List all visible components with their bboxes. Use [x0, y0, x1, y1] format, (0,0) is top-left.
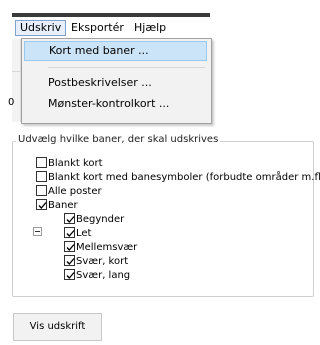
menu-hjaelp[interactable]: Hjælp	[130, 20, 170, 36]
checkbox-blankt-kort-banesymboler[interactable]	[36, 171, 47, 182]
checkmark-icon	[66, 244, 75, 251]
checkmark-icon	[38, 202, 47, 209]
udskriv-dropdown-menu: Kort med baner ... Postbeskrivelser ... …	[21, 38, 212, 124]
checkbox-blankt-kort[interactable]	[36, 157, 47, 168]
tree-item-label: Blankt kort med banesymboler (forbudte o…	[48, 172, 320, 183]
checkbox-begynder[interactable]	[64, 213, 75, 224]
checkbox-mellemsvaer[interactable]	[64, 241, 75, 252]
menubar: Udskriv Eksportér Hjælp	[12, 17, 210, 39]
collapse-icon[interactable]	[33, 227, 42, 236]
checkmark-icon	[66, 258, 75, 265]
menu-item-kort-med-baner[interactable]: Kort med baner ...	[24, 41, 207, 61]
tree-item-label: Svær, kort	[76, 256, 129, 267]
checkbox-baner[interactable]	[36, 199, 47, 210]
menu-separator	[48, 67, 205, 68]
group-title: Udvælg hvilke baner, der skal udskrives	[16, 134, 221, 145]
checkbox-let[interactable]	[64, 227, 75, 238]
checkbox-svaer-kort[interactable]	[64, 255, 75, 266]
checkbox-alle-poster[interactable]	[36, 185, 47, 196]
tree-item-label: Blankt kort	[48, 158, 103, 169]
menu-item-postbeskrivelser[interactable]: Postbeskrivelser ...	[24, 73, 207, 93]
tree-item-label: Alle poster	[48, 186, 102, 197]
vis-udskrift-button[interactable]: Vis udskrift	[13, 313, 102, 341]
menu-udskriv[interactable]: Udskriv	[15, 20, 67, 36]
checkmark-icon	[66, 230, 75, 237]
tree-item-label: Let	[76, 228, 92, 239]
menu-eksporter[interactable]: Eksportér	[67, 20, 128, 36]
checkmark-icon	[66, 216, 75, 223]
tree-item-label: Svær, lang	[76, 270, 131, 281]
tree-item-label: Begynder	[76, 214, 125, 225]
checkbox-svaer-lang[interactable]	[64, 269, 75, 280]
tree-item-label: Mellemsvær	[76, 242, 138, 253]
background-panel	[12, 39, 21, 122]
partial-text: 0	[8, 97, 15, 108]
checkmark-icon	[66, 272, 75, 279]
menu-item-monster-kontrolkort[interactable]: Mønster-kontrolkort ...	[24, 94, 207, 114]
tree-item-label: Baner	[48, 200, 78, 211]
